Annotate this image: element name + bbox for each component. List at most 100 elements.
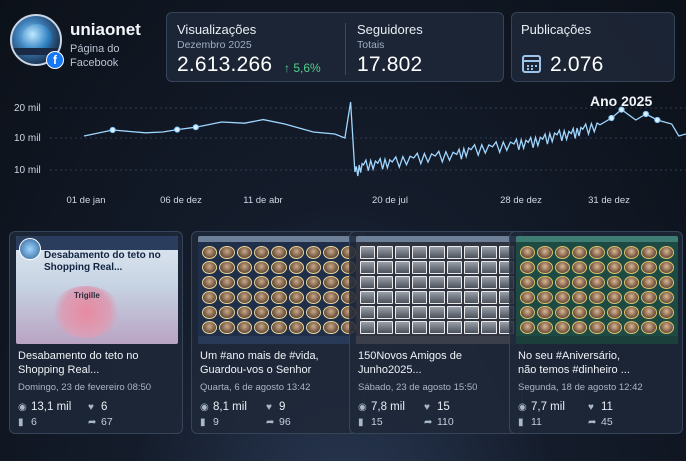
photo-tile bbox=[219, 306, 235, 319]
share-icon: ➦ bbox=[88, 417, 97, 428]
post-date: Quarta, 6 de agosto 13:42 bbox=[200, 382, 311, 393]
post-title: No seu #Aniversário, não temos #dinheiro… bbox=[518, 350, 630, 376]
data-point[interactable] bbox=[618, 106, 625, 113]
photo-tile bbox=[571, 321, 588, 334]
post-card[interactable]: No seu #Aniversário, não temos #dinheiro… bbox=[509, 231, 683, 434]
data-point[interactable] bbox=[608, 114, 615, 122]
photo-tile bbox=[394, 276, 410, 289]
reactions-stat: ♥ 9 bbox=[266, 401, 286, 413]
eye-icon: ◉ bbox=[200, 402, 209, 413]
heart-icon: ♥ bbox=[266, 402, 272, 413]
photo-tile bbox=[463, 246, 480, 259]
photo-tile bbox=[360, 306, 376, 319]
post-thumbnail[interactable] bbox=[356, 236, 518, 344]
views-period: Dezembro 2025 bbox=[177, 39, 252, 51]
photo-tile bbox=[323, 261, 339, 274]
photo-tile bbox=[253, 246, 270, 259]
photo-grid bbox=[520, 246, 674, 334]
photo-tile bbox=[623, 291, 640, 304]
data-point[interactable] bbox=[109, 126, 116, 134]
posts-label: Publicações bbox=[521, 22, 592, 37]
photo-tile bbox=[446, 276, 462, 289]
photo-tile bbox=[202, 246, 218, 259]
photo-tile bbox=[481, 261, 497, 274]
photo-tile bbox=[429, 321, 445, 334]
photo-tile bbox=[606, 291, 622, 304]
photo-tile bbox=[463, 261, 480, 274]
photo-tile bbox=[394, 261, 410, 274]
post-title: Desabamento do teto no Shopping Real... bbox=[18, 350, 139, 376]
photo-tile bbox=[305, 306, 322, 319]
photo-tile bbox=[253, 321, 270, 334]
post-title: Um #ano mais de #vida, Guardou-vos o Sen… bbox=[200, 350, 319, 376]
post-thumbnail[interactable] bbox=[198, 236, 360, 344]
views-line-chart: 20 mil 10 mil 10 mil 01 de jan 06 de dez 11 … bbox=[14, 101, 686, 206]
photo-tile bbox=[360, 321, 376, 334]
photo-tile bbox=[554, 321, 570, 334]
data-point[interactable] bbox=[642, 110, 649, 118]
post-card[interactable]: 150Novos Amigos de Junho2025... Sábado, … bbox=[349, 231, 523, 434]
photo-tile bbox=[520, 261, 536, 274]
photo-tile bbox=[658, 276, 674, 289]
shares-stat: ➦ 110 bbox=[424, 416, 454, 428]
photo-tile bbox=[360, 276, 376, 289]
followers-value: 17.802 bbox=[357, 53, 423, 76]
x-tick-label: 28 de dez bbox=[500, 195, 542, 206]
photo-tile bbox=[537, 261, 553, 274]
post-date: Sábado, 23 de agosto 15:50 bbox=[358, 382, 478, 393]
arrow-up-icon: ↑ bbox=[284, 61, 290, 75]
y-tick-label: 20 mil bbox=[14, 103, 41, 114]
photo-tile bbox=[641, 276, 657, 289]
photo-tile bbox=[236, 291, 252, 304]
photo-tile bbox=[202, 321, 218, 334]
photo-tile bbox=[271, 291, 287, 304]
post-date: Segunda, 18 de agosto 12:42 bbox=[518, 382, 643, 393]
page-name[interactable]: uniaonet bbox=[70, 20, 141, 40]
photo-tile bbox=[411, 261, 428, 274]
post-thumbnail[interactable]: Desabamento do teto no Shopping Real... … bbox=[16, 236, 178, 344]
photo-tile bbox=[571, 306, 588, 319]
data-point[interactable] bbox=[174, 126, 181, 133]
data-point[interactable] bbox=[654, 116, 661, 124]
photo-tile bbox=[411, 276, 428, 289]
photo-tile bbox=[305, 246, 322, 259]
photo-tile bbox=[589, 261, 605, 274]
post-thumbnail[interactable] bbox=[516, 236, 678, 344]
photo-tile bbox=[623, 306, 640, 319]
photo-tile bbox=[537, 306, 553, 319]
photo-tile bbox=[446, 321, 462, 334]
page-type: Página do Facebook bbox=[70, 43, 120, 69]
photo-tile bbox=[481, 246, 497, 259]
photo-tile bbox=[288, 261, 304, 274]
photo-tile bbox=[520, 276, 536, 289]
shares-stat: ➦ 45 bbox=[588, 416, 613, 428]
photo-tile bbox=[236, 321, 252, 334]
followers-label: Seguidores bbox=[357, 22, 423, 37]
share-icon: ➦ bbox=[588, 417, 597, 428]
photo-tile bbox=[236, 246, 252, 259]
photo-tile bbox=[446, 291, 462, 304]
map-label: Trigille bbox=[74, 291, 100, 300]
comment-icon: ▮ bbox=[358, 417, 364, 428]
photo-tile bbox=[305, 276, 322, 289]
followers-period: Totais bbox=[357, 39, 385, 51]
post-card[interactable]: Um #ano mais de #vida, Guardou-vos o Sen… bbox=[191, 231, 365, 434]
data-point[interactable] bbox=[192, 124, 199, 131]
photo-tile bbox=[463, 276, 480, 289]
photo-tile bbox=[236, 261, 252, 274]
photo-tile bbox=[429, 291, 445, 304]
photo-tile bbox=[481, 276, 497, 289]
photo-tile bbox=[429, 306, 445, 319]
photo-tile bbox=[253, 306, 270, 319]
photo-tile bbox=[377, 246, 393, 259]
profile-header: f uniaonet Página do Facebook bbox=[10, 14, 160, 76]
photo-tile bbox=[219, 321, 235, 334]
photo-tile bbox=[623, 246, 640, 259]
views-label: Visualizações bbox=[177, 22, 257, 37]
posts-count-card: Publicações 2.076 bbox=[511, 12, 675, 82]
photo-tile bbox=[305, 291, 322, 304]
photo-tile bbox=[606, 276, 622, 289]
views-value: 2.613.266 bbox=[177, 53, 273, 76]
photo-tile bbox=[305, 261, 322, 274]
post-card[interactable]: Desabamento do teto no Shopping Real... … bbox=[9, 231, 183, 434]
